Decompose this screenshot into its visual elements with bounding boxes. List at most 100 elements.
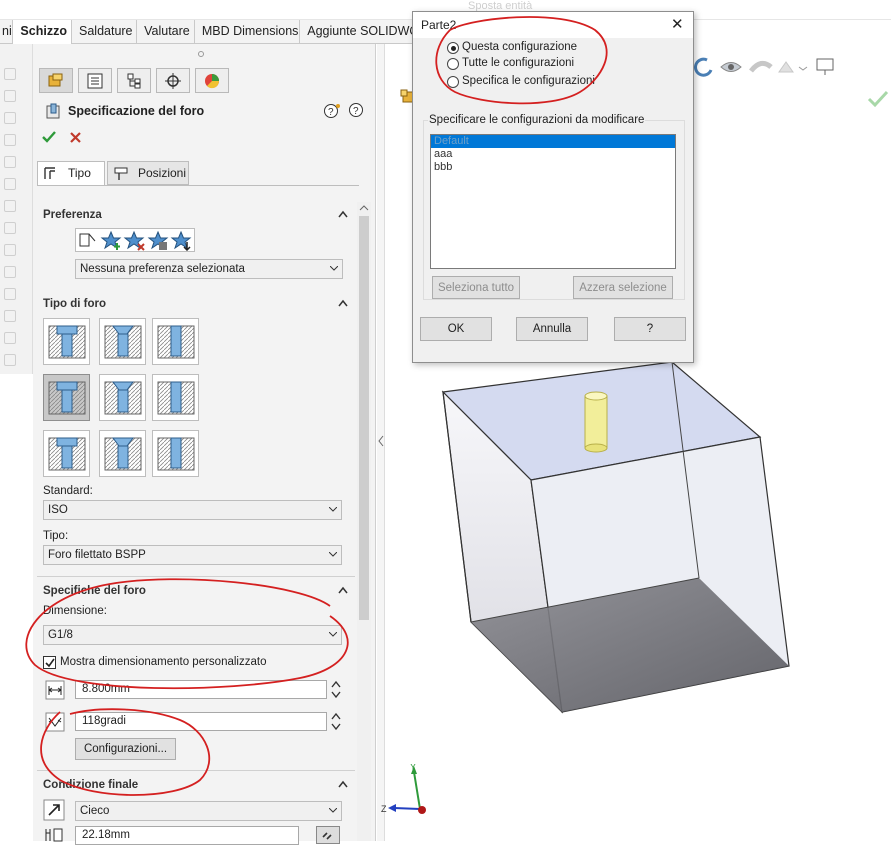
scene-icon[interactable] — [778, 61, 794, 73]
save-favorite-icon[interactable] — [147, 229, 171, 251]
subtab-tipo[interactable]: Tipo — [37, 161, 105, 185]
view-settings-icon[interactable] — [816, 58, 834, 71]
help-button[interactable]: ? — [614, 317, 686, 341]
countersink-slot-icon — [104, 437, 141, 470]
standard-select[interactable]: ISO — [43, 500, 342, 520]
dialog-close-icon[interactable]: ✕ — [671, 15, 684, 33]
tab-weldments[interactable]: Saldature — [72, 20, 138, 44]
part-model-viewport — [441, 361, 790, 714]
tab-sketch[interactable]: Schizzo — [13, 20, 72, 44]
collapse-icon[interactable] — [338, 210, 348, 220]
collapse-icon[interactable] — [338, 299, 348, 309]
link-value-button[interactable] — [316, 826, 340, 844]
list-item[interactable]: aaa — [431, 148, 675, 161]
hole-type-counterbore-button[interactable] — [43, 318, 90, 365]
configuration-manager-tab[interactable] — [117, 68, 151, 93]
scroll-thumb[interactable] — [359, 216, 369, 620]
type-select[interactable]: Foro filettato BSPP — [43, 545, 342, 565]
property-manager-tab[interactable] — [78, 68, 112, 93]
select-all-button[interactable]: Seleziona tutto — [432, 276, 520, 299]
preference-select-value: Nessuna preferenza selezionata — [80, 263, 245, 275]
angle-spinner-icon[interactable] — [331, 712, 341, 731]
scroll-up-icon[interactable] — [359, 204, 369, 212]
hole-type-counterbore-slot-button[interactable] — [43, 430, 90, 477]
collapse-icon[interactable] — [338, 586, 348, 596]
panel-scrollbar[interactable] — [357, 202, 371, 841]
tab-solidworks-addins[interactable]: Aggiunte SOLIDWO — [300, 20, 420, 44]
depth-input-value: 22.18mm — [82, 829, 130, 841]
dialog-titlebar[interactable]: Parte2 ✕ — [413, 12, 693, 38]
diameter-input-value: 8.800mm — [82, 683, 130, 695]
list-item[interactable]: bbb — [431, 161, 675, 174]
collapse-icon[interactable] — [338, 780, 348, 790]
diameter-input[interactable]: 8.800mm — [75, 680, 327, 699]
dimxpert-icon — [165, 72, 181, 89]
ok-icon[interactable] — [41, 130, 57, 144]
preference-select[interactable]: Nessuna preferenza selezionata — [75, 259, 343, 279]
hole-type-legacy-hole-button[interactable] — [152, 374, 199, 421]
previous-view-icon[interactable] — [694, 57, 713, 77]
tab-features-partial[interactable]: ni — [0, 20, 14, 44]
hole-type-hole-button[interactable] — [152, 318, 199, 365]
svg-text:?: ? — [353, 106, 359, 117]
delete-favorite-icon[interactable] — [123, 229, 147, 251]
display-manager-tab[interactable] — [195, 68, 229, 93]
collapse-panel-icon[interactable] — [377, 434, 385, 448]
legacy-hole-icon — [157, 381, 194, 414]
confirmation-check-icon[interactable] — [867, 89, 889, 109]
reference-triad: Y Z — [381, 764, 426, 814]
faded-tool-icon — [4, 266, 16, 278]
hole-type-slot-button[interactable] — [152, 430, 199, 477]
list-item[interactable]: Default — [431, 135, 675, 148]
left-toolbar-strip — [0, 44, 33, 374]
radio-specify-configurations[interactable] — [447, 76, 459, 88]
configurations-button[interactable]: Configurazioni... — [75, 738, 176, 760]
end-condition-value: Cieco — [80, 805, 110, 817]
svg-text:?: ? — [328, 107, 334, 118]
dimension-select[interactable]: G1/8 — [43, 625, 342, 645]
hole-type-countersink-button[interactable] — [99, 318, 146, 365]
heads-up-view-toolbar — [694, 57, 834, 77]
detailed-preview-icon[interactable]: ? — [323, 102, 341, 120]
clear-selection-button[interactable]: Azzera selezione — [573, 276, 673, 299]
help-icon[interactable]: ? — [348, 102, 364, 118]
dimxpert-tab[interactable] — [156, 68, 190, 93]
depth-input[interactable]: 22.18mm — [75, 826, 299, 845]
cancel-icon[interactable] — [69, 131, 82, 144]
tab-evaluate[interactable]: Valutare — [137, 20, 195, 44]
cancel-button[interactable]: Annulla — [516, 317, 588, 341]
radio-all-configurations[interactable] — [447, 58, 459, 70]
configurations-list[interactable]: Default aaa bbb — [430, 134, 676, 269]
faded-tool-icon — [4, 178, 16, 190]
diameter-spinner-icon[interactable] — [331, 680, 341, 699]
preference-toolbar — [75, 228, 195, 252]
reverse-direction-icon[interactable] — [43, 799, 65, 821]
hole-icon — [157, 325, 194, 358]
hole-type-countersink-slot-button[interactable] — [99, 430, 146, 477]
add-favorite-icon[interactable] — [100, 229, 124, 251]
ok-button[interactable]: OK — [420, 317, 492, 341]
display-manager-icon — [205, 73, 220, 88]
subtab-posizioni[interactable]: Posizioni — [107, 161, 189, 185]
end-condition-select[interactable]: Cieco — [75, 801, 342, 821]
hole-type-pipe-tap-button[interactable] — [99, 374, 146, 421]
configurations-group-label: Specificare le configurazioni da modific… — [428, 114, 646, 126]
chevron-down-icon — [329, 632, 337, 637]
hole-type-tapped-hole-button[interactable] — [43, 374, 90, 421]
feature-tree-icon — [48, 73, 63, 86]
command-manager-tabs: ni Schizzo Saldature Valutare MBD Dimens… — [0, 20, 420, 44]
panel-grip[interactable] — [198, 51, 204, 57]
section-header-preferenza: Preferenza — [43, 209, 102, 221]
hole-preview-cylinder — [584, 391, 608, 453]
triad-y-label: Y — [410, 764, 416, 772]
feature-manager-tab[interactable] — [39, 68, 73, 93]
apply-defaults-icon[interactable] — [76, 229, 100, 251]
radio-this-configuration[interactable] — [447, 42, 459, 54]
counterbore-slot-icon — [48, 437, 85, 470]
radio-all-configurations-label: Tutte le configurazioni — [462, 57, 575, 69]
drill-angle-input[interactable]: 118gradi — [75, 712, 327, 731]
edit-appearance-icon[interactable] — [749, 60, 773, 73]
load-favorite-icon[interactable] — [170, 229, 194, 251]
custom-sizing-checkbox[interactable] — [43, 656, 56, 669]
tab-mbd-dimensions[interactable]: MBD Dimensions — [195, 20, 301, 44]
